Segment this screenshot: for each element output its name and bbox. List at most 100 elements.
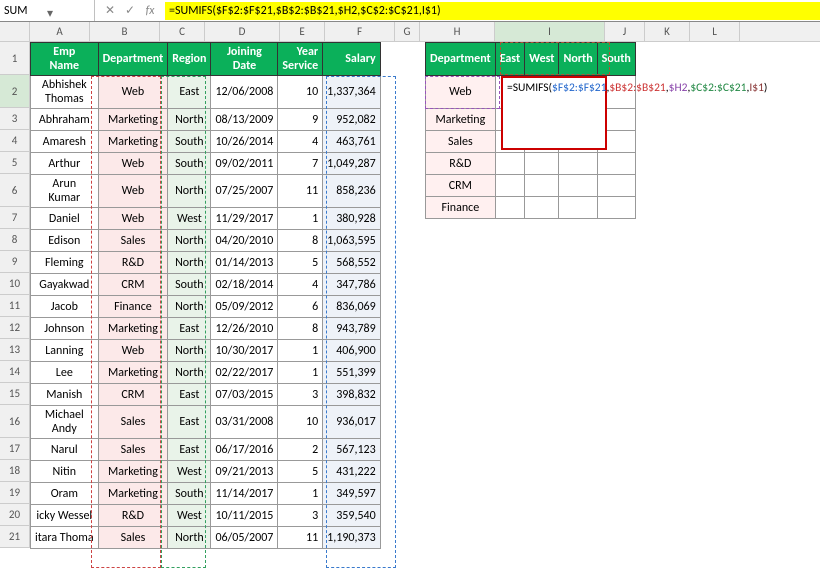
cell[interactable]: R&D — [98, 505, 168, 527]
summary-header[interactable]: West — [525, 43, 559, 76]
cell[interactable]: 02/22/2017 — [211, 362, 278, 384]
row-header-17[interactable]: 17 — [0, 438, 30, 460]
summary-cell[interactable] — [525, 153, 559, 175]
cell[interactable]: East — [168, 384, 211, 406]
cell[interactable]: Abhraham — [31, 109, 99, 131]
cell[interactable]: 5 — [278, 461, 323, 483]
cell[interactable]: 1 — [278, 340, 323, 362]
cell[interactable]: 398,832 — [323, 384, 381, 406]
column-header-l[interactable]: L — [690, 22, 740, 41]
cell[interactable]: North — [168, 527, 211, 549]
cancel-formula-icon[interactable]: ✕ — [101, 3, 119, 18]
active-cell-editor[interactable]: =SUMIFS($F$2:$F$21,$B$2:$B$21,$H2,$C$2:$… — [501, 76, 607, 150]
column-header-i[interactable]: I — [495, 22, 605, 41]
cell[interactable]: South — [168, 131, 211, 153]
cell[interactable]: 567,123 — [323, 439, 381, 461]
formula-input[interactable]: =SUMIFS($F$2:$F$21,$B$2:$B$21,$H2,$C$2:$… — [165, 2, 820, 20]
cell[interactable]: 1,063,595 — [323, 230, 381, 252]
cell[interactable]: 359,540 — [323, 505, 381, 527]
cell[interactable]: North — [168, 175, 211, 208]
row-header-16[interactable]: 16 — [0, 405, 30, 438]
column-header-d[interactable]: D — [205, 22, 280, 41]
cell[interactable]: CRM — [98, 384, 168, 406]
cell[interactable]: R&D — [98, 252, 168, 274]
summary-cell[interactable] — [495, 175, 524, 197]
summary-cell[interactable]: CRM — [426, 175, 496, 197]
summary-cell[interactable]: Sales — [426, 131, 496, 153]
cell[interactable]: 06/17/2016 — [211, 439, 278, 461]
cell[interactable]: 431,222 — [323, 461, 381, 483]
row-header-3[interactable]: 3 — [0, 108, 30, 130]
cell[interactable]: 09/02/2011 — [211, 153, 278, 175]
row-header-13[interactable]: 13 — [0, 339, 30, 361]
row-header-11[interactable]: 11 — [0, 295, 30, 317]
cell[interactable]: 12/26/2010 — [211, 318, 278, 340]
cell[interactable]: 952,082 — [323, 109, 381, 131]
cell[interactable]: 04/20/2010 — [211, 230, 278, 252]
fx-icon[interactable]: fx — [141, 4, 159, 18]
cell[interactable]: 3 — [278, 384, 323, 406]
cell[interactable]: Web — [98, 175, 168, 208]
cell[interactable]: Sales — [98, 439, 168, 461]
cell[interactable]: 05/09/2012 — [211, 296, 278, 318]
cell[interactable]: Marketing — [98, 461, 168, 483]
summary-cell[interactable]: Marketing — [426, 109, 496, 131]
column-header-h[interactable]: H — [420, 22, 495, 41]
cell[interactable]: Gayakwad — [31, 274, 99, 296]
cell[interactable]: 07/25/2007 — [211, 175, 278, 208]
cell[interactable]: 2 — [278, 439, 323, 461]
cell[interactable]: North — [168, 230, 211, 252]
cell[interactable]: 8 — [278, 230, 323, 252]
row-header-15[interactable]: 15 — [0, 383, 30, 405]
cell[interactable]: 12/06/2008 — [211, 76, 278, 109]
summary-cell[interactable] — [525, 175, 559, 197]
cell[interactable]: 08/13/2009 — [211, 109, 278, 131]
cell[interactable]: Nitin — [31, 461, 99, 483]
summary-cell[interactable]: R&D — [426, 153, 496, 175]
cell[interactable]: 11 — [278, 175, 323, 208]
cell[interactable]: 5 — [278, 252, 323, 274]
row-header-20[interactable]: 20 — [0, 504, 30, 526]
row-header-2[interactable]: 2 — [0, 75, 30, 108]
summary-cell[interactable] — [525, 197, 559, 219]
cell[interactable]: Marketing — [98, 109, 168, 131]
column-header-j[interactable]: J — [605, 22, 645, 41]
cell[interactable]: Oram — [31, 483, 99, 505]
main-header[interactable]: YearService — [278, 43, 323, 76]
cell[interactable]: South — [168, 274, 211, 296]
cell[interactable]: 10/30/2017 — [211, 340, 278, 362]
cell[interactable]: Amaresh — [31, 131, 99, 153]
cell[interactable]: 10/11/2015 — [211, 505, 278, 527]
main-header[interactable]: EmpName — [31, 43, 99, 76]
cell[interactable]: 349,597 — [323, 483, 381, 505]
cell[interactable]: itara Thoma — [31, 527, 99, 549]
cell[interactable]: 3 — [278, 505, 323, 527]
row-header-19[interactable]: 19 — [0, 482, 30, 504]
summary-cell[interactable]: Finance — [426, 197, 496, 219]
cell[interactable]: Daniel — [31, 208, 99, 230]
cell[interactable]: West — [168, 208, 211, 230]
row-header-18[interactable]: 18 — [0, 460, 30, 482]
cell[interactable]: 1 — [278, 208, 323, 230]
summary-header[interactable]: South — [597, 43, 635, 76]
row-header-8[interactable]: 8 — [0, 229, 30, 251]
row-header-6[interactable]: 6 — [0, 174, 30, 207]
summary-cell[interactable] — [495, 153, 524, 175]
name-box-dropdown-icon[interactable]: ▾ — [47, 6, 90, 16]
accept-formula-icon[interactable]: ✓ — [121, 3, 139, 18]
summary-cell[interactable] — [559, 153, 597, 175]
cell[interactable]: 09/21/2013 — [211, 461, 278, 483]
main-header[interactable]: JoiningDate — [211, 43, 278, 76]
cell[interactable]: Jacob — [31, 296, 99, 318]
cell[interactable]: Marketing — [98, 131, 168, 153]
cell[interactable]: 406,900 — [323, 340, 381, 362]
cell[interactable]: East — [168, 76, 211, 109]
cell[interactable]: North — [168, 252, 211, 274]
cell[interactable]: 858,236 — [323, 175, 381, 208]
cell[interactable]: Lee — [31, 362, 99, 384]
cell[interactable]: 1,049,287 — [323, 153, 381, 175]
cell[interactable]: Sales — [98, 230, 168, 252]
summary-cell[interactable] — [559, 175, 597, 197]
name-box[interactable]: SUM ▾ — [0, 0, 95, 21]
cell[interactable]: Fleming — [31, 252, 99, 274]
